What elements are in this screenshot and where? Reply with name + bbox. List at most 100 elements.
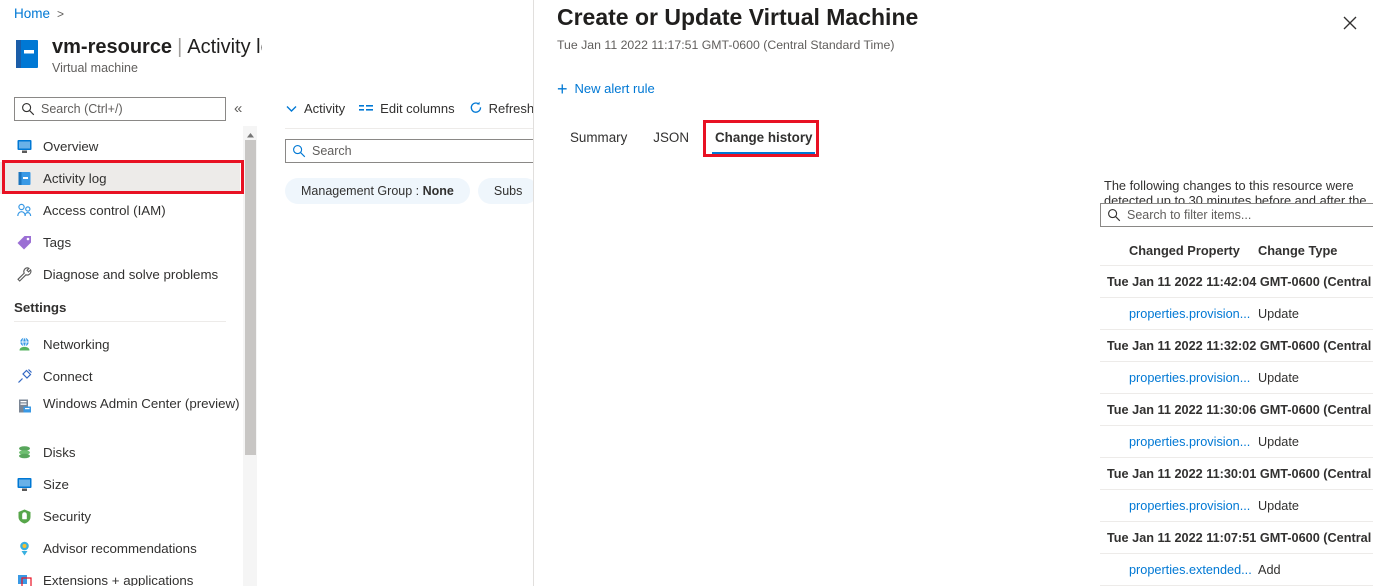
resource-name: vm-resource bbox=[52, 36, 173, 58]
networking-icon bbox=[14, 334, 34, 354]
chip-value: None bbox=[422, 184, 454, 198]
sidebar-item-tags[interactable]: Tags bbox=[0, 226, 240, 258]
change-history-group-timestamp: Tue Jan 11 2022 11:07:51 GMT-0600 (Centr… bbox=[1100, 522, 1373, 554]
search-icon bbox=[292, 144, 306, 163]
sidebar-item-label: Disks bbox=[43, 444, 76, 460]
column-header-change-type: Change Type bbox=[1258, 243, 1338, 258]
sidebar-item-access-control[interactable]: Access control (IAM) bbox=[0, 194, 240, 226]
sidebar-item-windows-admin-center[interactable]: Windows Admin Center (preview) bbox=[0, 392, 240, 436]
change-history-header-row: Changed Property Change Type Change Cate… bbox=[1100, 236, 1373, 266]
command-bar-divider bbox=[285, 128, 533, 129]
change-type-cell: Add bbox=[1258, 562, 1281, 577]
sidebar-item-label: Security bbox=[43, 508, 92, 524]
sidebar-item-activity-log[interactable]: Activity log bbox=[0, 162, 240, 194]
sidebar-item-overview[interactable]: Overview bbox=[0, 130, 240, 162]
search-input[interactable] bbox=[39, 98, 221, 120]
sidebar-item-label: Overview bbox=[43, 138, 99, 154]
sidebar-search[interactable] bbox=[14, 97, 226, 121]
change-history-group-timestamp: Tue Jan 11 2022 11:30:06 GMT-0600 (Centr… bbox=[1100, 394, 1373, 426]
sidebar-item-connect[interactable]: Connect bbox=[0, 360, 240, 392]
sidebar-divider bbox=[14, 321, 226, 322]
tab-summary[interactable]: Summary bbox=[557, 126, 640, 154]
edit-columns-label: Edit columns bbox=[380, 100, 455, 116]
tab-label: JSON bbox=[653, 130, 690, 145]
change-type-cell: Update bbox=[1258, 370, 1299, 385]
change-history-row[interactable]: properties.provision...UpdateSystemUpdat… bbox=[1100, 426, 1373, 458]
columns-icon bbox=[359, 102, 374, 115]
tab-label: Change history bbox=[715, 130, 813, 145]
changed-property-link[interactable]: properties.extended... bbox=[1100, 563, 1258, 577]
monitor-icon bbox=[14, 136, 34, 156]
collapse-sidebar-icon[interactable]: « bbox=[234, 99, 242, 119]
sidebar-item-security[interactable]: Security bbox=[0, 500, 240, 532]
change-history-row[interactable]: properties.extended...AddUservm-resource bbox=[1100, 554, 1373, 586]
size-icon bbox=[14, 474, 34, 494]
plus-icon: + bbox=[557, 78, 568, 99]
activity-search-input[interactable] bbox=[310, 140, 533, 162]
scroll-up-icon[interactable] bbox=[245, 128, 256, 139]
breadcrumb-separator-icon: > bbox=[57, 7, 65, 21]
sidebar-item-extensions-applications[interactable]: Extensions + applications bbox=[0, 564, 240, 586]
new-alert-rule-button[interactable]: + New alert rule bbox=[557, 78, 655, 99]
sidebar-item-label: Windows Admin Center (preview) bbox=[43, 396, 240, 411]
title-divider: | bbox=[177, 36, 183, 58]
activity-search[interactable] bbox=[285, 139, 533, 163]
change-type-cell: Update bbox=[1258, 434, 1299, 449]
change-history-filter[interactable] bbox=[1100, 203, 1373, 227]
sidebar-scrollbar-thumb[interactable] bbox=[245, 140, 256, 455]
sidebar-item-size[interactable]: Size bbox=[0, 468, 240, 500]
change-history-group-timestamp: Tue Jan 11 2022 11:42:04 GMT-0600 (Centr… bbox=[1100, 266, 1373, 298]
sidebar-nav: Overview Activity log Access control (IA… bbox=[0, 130, 240, 586]
refresh-label: Refresh bbox=[488, 100, 533, 116]
close-icon[interactable] bbox=[1339, 12, 1361, 34]
panel-timestamp: Tue Jan 11 2022 11:17:51 GMT-0600 (Centr… bbox=[557, 38, 895, 52]
connect-icon bbox=[14, 366, 34, 386]
chevron-down-icon bbox=[285, 102, 298, 115]
sidebar-item-diagnose[interactable]: Diagnose and solve problems bbox=[0, 258, 240, 290]
sidebar-item-label: Connect bbox=[43, 368, 93, 384]
server-icon bbox=[14, 396, 34, 416]
change-history-filter-input[interactable] bbox=[1125, 204, 1373, 226]
chip-management-group[interactable]: Management Group : None bbox=[285, 178, 470, 204]
search-icon bbox=[1107, 208, 1121, 227]
azure-portal-screen: Home > vm-resource | Activity log Virtual m… bbox=[0, 0, 1373, 586]
activity-filter-button[interactable]: Activity bbox=[285, 101, 345, 116]
sidebar-item-advisor-recommendations[interactable]: Advisor recommendations bbox=[0, 532, 240, 564]
activity-log-icon bbox=[14, 168, 34, 188]
change-type-cell: Update bbox=[1258, 498, 1299, 513]
activity-command-label: Activity bbox=[304, 100, 346, 116]
activity-command-bar: Activity Edit columns Refresh bbox=[262, 96, 533, 120]
changed-property-link[interactable]: properties.provision... bbox=[1100, 435, 1258, 449]
sidebar-item-networking[interactable]: Networking bbox=[0, 328, 240, 360]
change-history-row[interactable]: properties.provision...UpdateSystemSucce… bbox=[1100, 490, 1373, 522]
changed-property-link[interactable]: properties.provision... bbox=[1100, 371, 1258, 385]
detail-panel: Create or Update Virtual Machine Tue Jan… bbox=[533, 0, 1373, 586]
sidebar-item-label: Size bbox=[43, 476, 69, 492]
panel-tabs: Summary JSON Change history bbox=[557, 126, 825, 154]
change-type-cell: Update bbox=[1258, 306, 1299, 321]
tab-json[interactable]: JSON bbox=[640, 126, 702, 154]
changed-property-link[interactable]: properties.provision... bbox=[1100, 499, 1258, 513]
chip-subscription[interactable]: Subs bbox=[477, 178, 533, 204]
refresh-icon bbox=[469, 101, 483, 115]
virtual-machine-icon bbox=[14, 38, 44, 70]
breadcrumb: Home > bbox=[14, 6, 64, 21]
sidebar-item-label: Activity log bbox=[43, 170, 107, 186]
sidebar-item-disks[interactable]: Disks bbox=[0, 436, 240, 468]
changed-property-link[interactable]: properties.provision... bbox=[1100, 307, 1258, 321]
change-history-body: Tue Jan 11 2022 11:42:04 GMT-0600 (Centr… bbox=[1100, 266, 1373, 586]
extensions-icon bbox=[14, 570, 34, 586]
sidebar-item-label: Extensions + applications bbox=[43, 572, 194, 586]
sidebar-item-label: Advisor recommendations bbox=[43, 540, 197, 556]
change-history-row[interactable]: properties.provision...UpdateSystemSucce… bbox=[1100, 362, 1373, 394]
edit-columns-button[interactable]: Edit columns bbox=[359, 100, 455, 116]
chip-label: Management Group : bbox=[301, 184, 420, 198]
activity-log-list-column: Activity Edit columns Refresh Search Man… bbox=[262, 0, 533, 586]
column-header-changed-property: Changed Property bbox=[1129, 243, 1240, 258]
tab-change-history[interactable]: Change history bbox=[702, 126, 825, 154]
change-history-row[interactable]: properties.provision...UpdateSystemUpdat… bbox=[1100, 298, 1373, 330]
refresh-button[interactable]: Refresh bbox=[469, 101, 533, 116]
change-history-table: Changed Property Change Type Change Cate… bbox=[1100, 236, 1373, 586]
sidebar-item-label: Access control (IAM) bbox=[43, 202, 166, 218]
breadcrumb-home[interactable]: Home bbox=[14, 6, 50, 21]
